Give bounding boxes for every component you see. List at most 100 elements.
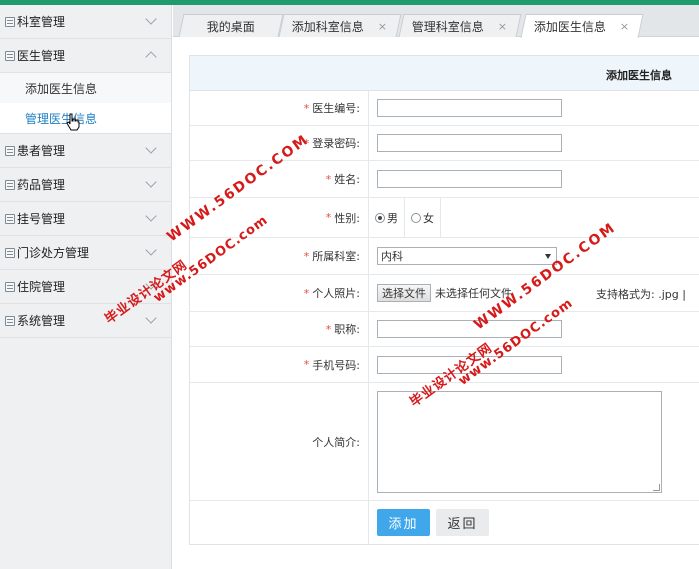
add-button[interactable]: 添加 — [377, 509, 430, 536]
chevron-down-icon — [145, 13, 157, 25]
sidebar-group-department[interactable]: 科室管理 — [0, 5, 171, 39]
radio-label: 女 — [423, 211, 434, 225]
menu-icon — [5, 247, 15, 258]
sidebar-group-drug[interactable]: 药品管理 — [0, 168, 171, 202]
field-label — [190, 501, 369, 544]
tab-add-doctor[interactable]: 添加医生信息 × — [520, 14, 644, 38]
field-value: 内科 — [369, 238, 699, 274]
field-label-text: 个人简介: — [312, 435, 360, 449]
form-row-photo: * 个人照片: 选择文件 未选择任何文件 支持格式为: .jpg | — [190, 275, 699, 312]
close-icon[interactable]: × — [378, 20, 387, 33]
required-mark: * — [303, 358, 310, 371]
required-mark: * — [303, 286, 310, 300]
menu-icon — [5, 213, 15, 224]
form-row-actions: 添加 返回 — [190, 501, 699, 544]
form-row-password: * 登录密码: — [190, 126, 699, 161]
chevron-up-icon — [145, 51, 157, 63]
tab-my-desktop[interactable]: 我的桌面 — [178, 14, 284, 37]
field-label: * 职称: — [190, 312, 369, 346]
form-header: 添加医生信息 — [190, 56, 699, 91]
radio-unchecked-icon[interactable] — [411, 212, 421, 223]
field-label-text: 手机号码: — [312, 358, 360, 372]
menu-icon — [5, 281, 15, 292]
field-label-text: 医生编号: — [312, 102, 360, 115]
tab-label: 添加医生信息 — [534, 20, 607, 34]
form-row-title: * 职称: — [190, 312, 699, 347]
tab-label: 添加科室信息 — [292, 19, 365, 34]
tab-label: 我的桌面 — [206, 19, 255, 34]
sidebar-item-add-doctor[interactable]: 添加医生信息 — [0, 73, 171, 103]
tab-add-department[interactable]: 添加科室信息 × — [278, 14, 402, 37]
required-mark: * — [325, 322, 332, 336]
form-actions: 添加 返回 — [369, 501, 699, 544]
sidebar-group-label: 药品管理 — [17, 178, 66, 192]
tab-label: 管理科室信息 — [412, 19, 485, 34]
name-input[interactable] — [377, 170, 562, 188]
field-value — [369, 347, 699, 382]
sidebar-group-patient[interactable]: 患者管理 — [0, 134, 171, 168]
field-label-text: 职称: — [334, 323, 360, 336]
field-label-text: 个人照片: — [312, 287, 360, 300]
required-mark: * — [325, 211, 332, 224]
required-mark: * — [303, 101, 310, 115]
field-label-text: 姓名: — [334, 173, 360, 186]
sidebar-submenu-doctor: 添加医生信息 管理医生信息 — [0, 73, 171, 134]
gender-option-female[interactable]: 女 — [405, 198, 441, 237]
file-format-hint: 支持格式为: .jpg | — [596, 288, 686, 301]
sidebar-group-label: 科室管理 — [17, 15, 66, 29]
department-select[interactable]: 内科 — [377, 247, 557, 265]
chevron-down-icon — [145, 176, 157, 188]
close-icon[interactable]: × — [620, 20, 629, 33]
field-value: 男 女 — [369, 198, 699, 237]
field-value — [369, 126, 699, 160]
field-label: * 手机号码: — [190, 347, 369, 382]
tab-bar: 我的桌面 添加科室信息 × 管理科室信息 × 添加医生信息 × — [173, 5, 699, 38]
field-label: 个人简介: — [190, 383, 369, 500]
sidebar-group-label: 住院管理 — [17, 280, 66, 294]
field-label: * 医生编号: — [190, 91, 369, 125]
field-label: * 个人照片: — [190, 275, 369, 311]
form-row-department: * 所属科室: 内科 — [190, 238, 699, 275]
field-value — [369, 91, 699, 125]
radio-checked-icon[interactable] — [375, 212, 385, 223]
menu-icon — [5, 145, 15, 156]
required-mark: * — [325, 172, 332, 186]
field-value — [369, 161, 699, 197]
form-title: 添加医生信息 — [606, 69, 672, 82]
back-button[interactable]: 返回 — [436, 509, 489, 536]
radio-label: 男 — [387, 211, 398, 225]
password-input[interactable] — [377, 134, 562, 152]
sidebar-group-prescription[interactable]: 门诊处方管理 — [0, 236, 171, 270]
sidebar-group-doctor[interactable]: 医生管理 — [0, 39, 171, 73]
sidebar-group-label: 系统管理 — [17, 314, 66, 328]
menu-icon — [5, 16, 15, 27]
sidebar-item-manage-doctor[interactable]: 管理医生信息 — [0, 103, 171, 133]
sidebar-item-label: 添加医生信息 — [25, 81, 98, 96]
hand-cursor-icon — [66, 113, 80, 131]
gender-radio-group: 男 女 — [369, 198, 441, 237]
choose-file-button[interactable]: 选择文件 — [377, 284, 431, 302]
menu-icon — [5, 50, 15, 61]
field-label-text: 所属科室: — [312, 250, 360, 263]
sidebar-group-label: 医生管理 — [17, 49, 66, 63]
chevron-down-icon — [145, 210, 157, 222]
field-label-text: 性别: — [334, 211, 360, 225]
doctor-id-input[interactable] — [377, 99, 562, 117]
sidebar-group-label: 门诊处方管理 — [17, 246, 90, 260]
gender-option-male[interactable]: 男 — [369, 198, 405, 237]
menu-icon — [5, 179, 15, 190]
sidebar-group-label: 挂号管理 — [17, 212, 66, 226]
select-value: 内科 — [381, 250, 403, 263]
form-row-doctor-id: * 医生编号: — [190, 91, 699, 126]
tab-manage-department[interactable]: 管理科室信息 × — [398, 14, 522, 37]
sidebar-group-registration[interactable]: 挂号管理 — [0, 202, 171, 236]
menu-icon — [5, 315, 15, 326]
sidebar-group-label: 患者管理 — [17, 144, 66, 158]
field-label-text: 登录密码: — [312, 137, 360, 150]
close-icon[interactable]: × — [498, 20, 507, 33]
resize-grip-icon[interactable] — [653, 483, 660, 491]
dropdown-arrow-icon — [545, 254, 551, 259]
chevron-down-icon — [145, 142, 157, 154]
required-mark: * — [303, 249, 310, 263]
sidebar-item-label: 管理医生信息 — [25, 111, 98, 126]
